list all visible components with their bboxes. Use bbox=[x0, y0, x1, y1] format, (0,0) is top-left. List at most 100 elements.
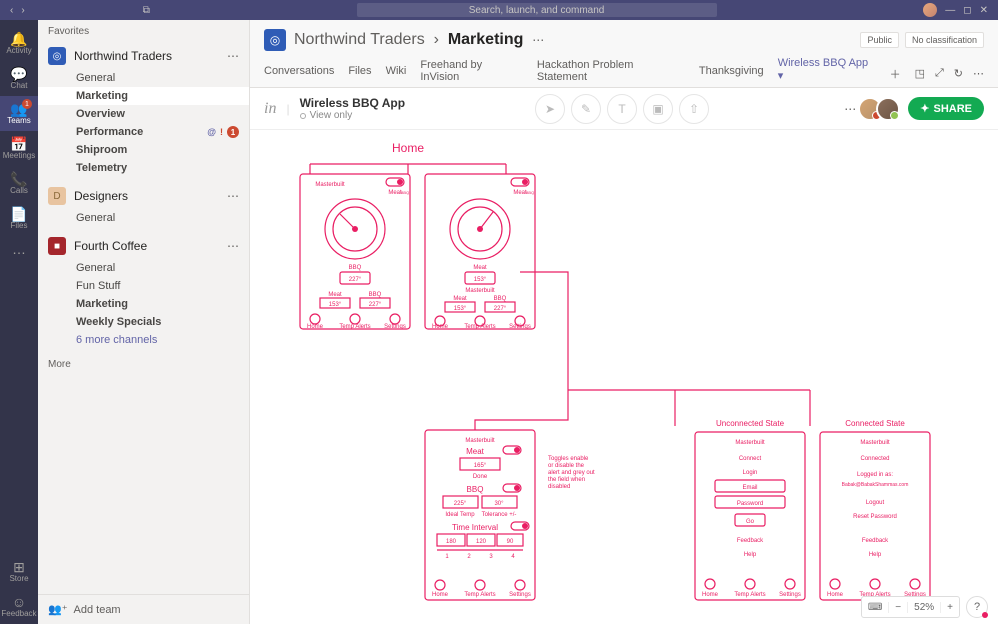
svg-text:Home: Home bbox=[307, 324, 324, 330]
ellipsis-icon: … bbox=[12, 242, 26, 256]
svg-text:Go: Go bbox=[746, 519, 755, 525]
tool-image[interactable]: ▣ bbox=[643, 94, 673, 124]
more-header[interactable]: More bbox=[38, 353, 249, 376]
svg-text:Logged in as:: Logged in as: bbox=[857, 472, 893, 478]
team-more-icon[interactable]: ⋯ bbox=[227, 49, 239, 63]
tool-pencil[interactable]: ✎ bbox=[571, 94, 601, 124]
window-maximize-icon[interactable]: ◻ bbox=[963, 5, 971, 16]
rail-chat[interactable]: 💬Chat bbox=[0, 61, 38, 96]
channel-shiproom[interactable]: Shiproom bbox=[38, 141, 249, 159]
classification-pill: No classification bbox=[905, 32, 984, 48]
tool-pointer[interactable]: ➤ bbox=[535, 94, 565, 124]
expand-chat-icon[interactable]: ◳ bbox=[915, 67, 925, 80]
svg-text:Masterbuilt: Masterbuilt bbox=[315, 182, 345, 188]
freehand-canvas[interactable]: Home Masterbuilt MeatBBQ BBQ 227° bbox=[250, 130, 998, 624]
rail-feedback[interactable]: ☺Feedback bbox=[0, 589, 38, 624]
tab-thanksgiving[interactable]: Thanksgiving bbox=[699, 65, 764, 83]
calendar-icon: 📅 bbox=[10, 137, 27, 151]
people-add-icon: 👥⁺ bbox=[48, 603, 68, 616]
svg-text:Home: Home bbox=[702, 592, 719, 598]
window-close-icon[interactable]: ✕ bbox=[980, 5, 988, 16]
refresh-icon[interactable]: ↻ bbox=[954, 67, 963, 80]
tab-add-icon[interactable]: ＋ bbox=[890, 66, 901, 82]
svg-text:180: 180 bbox=[446, 539, 457, 545]
presence-avatars[interactable] bbox=[864, 97, 900, 121]
nav-back-icon[interactable]: ‹ bbox=[10, 5, 13, 16]
tab-wiki[interactable]: Wiki bbox=[386, 65, 407, 83]
channel-more-icon[interactable]: ⋯ bbox=[532, 33, 544, 47]
svg-text:Connect: Connect bbox=[739, 456, 762, 462]
rail-calls[interactable]: 📞Calls bbox=[0, 166, 38, 201]
channel-more[interactable]: 6 more channels bbox=[38, 331, 249, 349]
search-input[interactable]: Search, launch, and command bbox=[357, 3, 717, 17]
team-fourth-coffee[interactable]: ■ Fourth Coffee ⋯ bbox=[38, 233, 249, 259]
svg-text:Settings: Settings bbox=[779, 592, 801, 598]
zoom-in-button[interactable]: + bbox=[941, 602, 959, 613]
svg-text:Password: Password bbox=[737, 501, 763, 507]
user-avatar[interactable] bbox=[923, 3, 937, 17]
new-window-icon[interactable]: ⧉ bbox=[143, 5, 150, 16]
count-badge: 1 bbox=[227, 126, 239, 138]
tab-wireless-bbq[interactable]: Wireless BBQ App ▾ bbox=[778, 57, 876, 90]
channel-fun-stuff[interactable]: Fun Stuff bbox=[38, 277, 249, 295]
add-team-button[interactable]: 👥⁺ Add team bbox=[38, 594, 249, 624]
zoom-control: ⌨ − 52% + bbox=[861, 596, 960, 618]
svg-text:Masterbuilt: Masterbuilt bbox=[465, 288, 495, 294]
team-designers[interactable]: D Designers ⋯ bbox=[38, 183, 249, 209]
tab-hackathon[interactable]: Hackathon Problem Statement bbox=[537, 59, 685, 89]
rail-teams[interactable]: 1👥Teams bbox=[0, 96, 38, 131]
svg-text:1: 1 bbox=[445, 554, 449, 560]
channel-marketing[interactable]: Marketing bbox=[38, 295, 249, 313]
channel-telemetry[interactable]: Telemetry bbox=[38, 159, 249, 177]
svg-text:153°: 153° bbox=[474, 277, 487, 283]
rail-meetings[interactable]: 📅Meetings bbox=[0, 131, 38, 166]
tab-files[interactable]: Files bbox=[348, 65, 371, 83]
svg-text:Masterbuilt: Masterbuilt bbox=[465, 438, 495, 444]
rail-files[interactable]: 📄Files bbox=[0, 201, 38, 236]
team-more-icon[interactable]: ⋯ bbox=[227, 239, 239, 253]
channel-general[interactable]: General bbox=[38, 259, 249, 277]
svg-text:Login: Login bbox=[743, 470, 758, 476]
tool-text[interactable]: T bbox=[607, 94, 637, 124]
team-northwind[interactable]: ◎ Northwind Traders ⋯ bbox=[38, 43, 249, 69]
channel-general[interactable]: General bbox=[38, 69, 249, 87]
svg-text:153°: 153° bbox=[329, 302, 342, 308]
breadcrumb: Northwind Traders › Marketing ⋯ bbox=[294, 31, 544, 49]
keyboard-icon[interactable]: ⌨ bbox=[862, 602, 889, 613]
svg-text:Help: Help bbox=[869, 552, 882, 558]
channel-weekly-specials[interactable]: Weekly Specials bbox=[38, 313, 249, 331]
svg-text:Masterbuilt: Masterbuilt bbox=[860, 440, 890, 446]
rail-more[interactable]: … bbox=[0, 236, 38, 262]
tool-upload[interactable]: ⇧ bbox=[679, 94, 709, 124]
svg-text:Masterbuilt: Masterbuilt bbox=[735, 440, 765, 446]
canvas-footer: ⌨ − 52% + ? bbox=[861, 596, 988, 618]
window-minimize-icon[interactable]: — bbox=[945, 5, 955, 16]
zoom-out-button[interactable]: − bbox=[889, 602, 908, 613]
tab-freehand[interactable]: Freehand by InVision bbox=[420, 59, 523, 89]
svg-text:Home: Home bbox=[432, 324, 449, 330]
app-rail: 🔔Activity 💬Chat 1👥Teams 📅Meetings 📞Calls… bbox=[0, 20, 38, 624]
tab-conversations[interactable]: Conversations bbox=[264, 65, 334, 83]
content-area: ◎ Northwind Traders › Marketing ⋯ Public… bbox=[250, 20, 998, 624]
teams-panel: Favorites ◎ Northwind Traders ⋯ General … bbox=[38, 20, 250, 624]
invision-more-icon[interactable]: ⋯ bbox=[844, 102, 856, 116]
channel-marketing[interactable]: Marketing bbox=[38, 87, 249, 105]
svg-text:BBQ: BBQ bbox=[401, 190, 409, 195]
tab-more-icon[interactable]: ⋯ bbox=[973, 67, 984, 80]
share-button[interactable]: ✦ SHARE bbox=[908, 97, 984, 120]
channel-general[interactable]: General bbox=[38, 209, 249, 227]
svg-text:Feedback: Feedback bbox=[737, 538, 764, 544]
nav-forward-icon[interactable]: › bbox=[21, 5, 24, 16]
rail-activity[interactable]: 🔔Activity bbox=[0, 26, 38, 61]
svg-text:Done: Done bbox=[473, 474, 488, 480]
rail-store[interactable]: ⊞Store bbox=[0, 554, 38, 589]
help-button[interactable]: ? bbox=[966, 596, 988, 618]
bell-icon: 🔔 bbox=[10, 32, 27, 46]
channel-performance[interactable]: Performance @!1 bbox=[38, 123, 249, 141]
svg-text:2: 2 bbox=[467, 554, 471, 560]
channel-overview[interactable]: Overview bbox=[38, 105, 249, 123]
svg-text:90: 90 bbox=[507, 539, 514, 545]
fullscreen-icon[interactable]: ⤢ bbox=[935, 67, 944, 80]
team-more-icon[interactable]: ⋯ bbox=[227, 189, 239, 203]
svg-text:Connected State: Connected State bbox=[845, 419, 905, 428]
